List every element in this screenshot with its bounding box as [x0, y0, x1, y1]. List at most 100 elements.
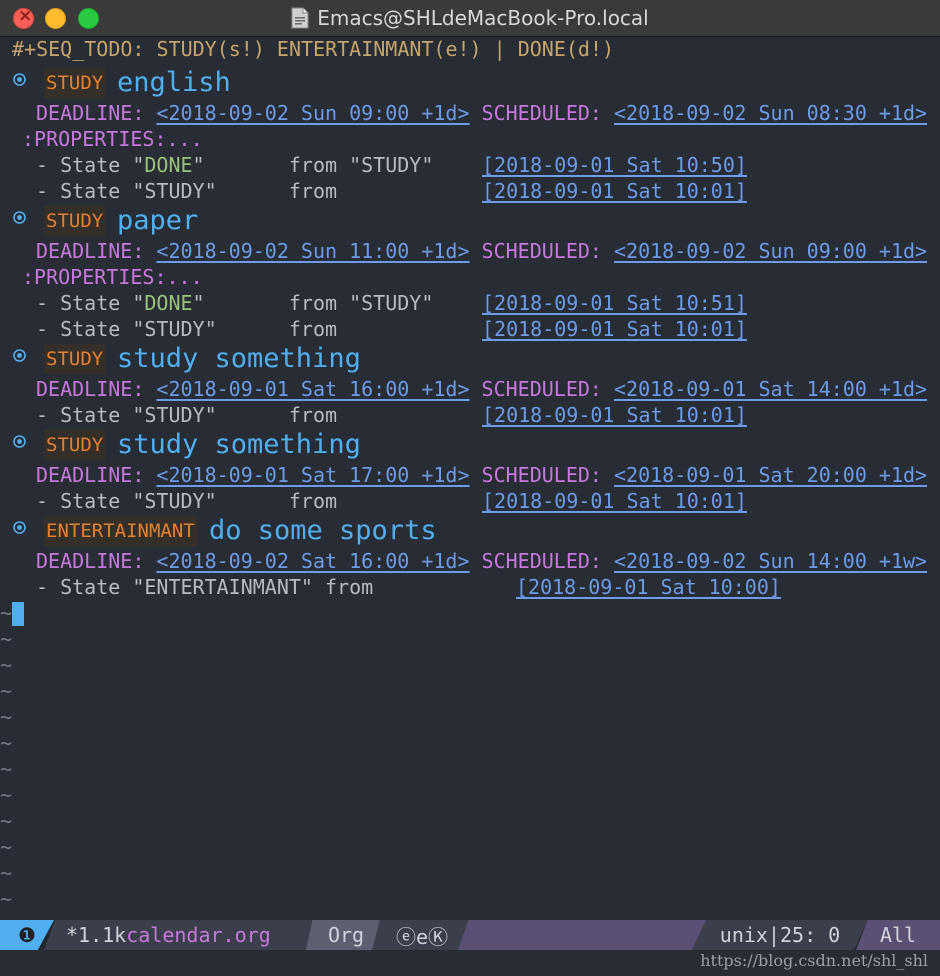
empty-line-marker: ~ [0, 601, 13, 625]
heading-bullet-icon[interactable] [12, 348, 27, 363]
log-timestamp[interactable]: [2018-09-01 Sat 10:01] [482, 402, 747, 428]
todo-keyword[interactable]: STUDY [44, 68, 106, 98]
deadline-timestamp[interactable]: <2018-09-01 Sat 17:00 +1d> [156, 463, 469, 487]
window-number: ❶ [18, 923, 36, 947]
heading-bullet-icon[interactable] [12, 434, 27, 449]
text-cursor [12, 602, 24, 626]
scheduled-label: SCHEDULED: [481, 463, 602, 487]
empty-line-marker: ~ [0, 653, 13, 677]
log-prefix: - State " [36, 403, 145, 427]
heading-title[interactable]: english [117, 66, 231, 100]
title-area: Emacs@SHLdeMacBook-Pro.local [0, 0, 940, 36]
state-log-entry: - State "ENTERTAINMANT" from [36, 574, 578, 600]
empty-line-marker: ~ [0, 757, 13, 781]
deadline-timestamp[interactable]: <2018-09-02 Sun 09:00 +1d> [156, 101, 469, 125]
log-prefix: - State " [36, 153, 145, 177]
heading-bullet-icon[interactable] [12, 210, 27, 225]
heading-title[interactable]: do some sports [209, 514, 437, 548]
window-title: Emacs@SHLdeMacBook-Pro.local [317, 6, 649, 30]
major-mode: Org [327, 923, 365, 947]
encoding-position-segment: unix | 25: 0 [692, 920, 868, 950]
empty-line-marker: ~ [0, 783, 13, 807]
log-timestamp[interactable]: [2018-09-01 Sat 10:51] [482, 290, 747, 316]
log-timestamp[interactable]: [2018-09-01 Sat 10:01] [482, 316, 747, 342]
empty-line-marker: ~ [0, 887, 13, 911]
scheduled-timestamp[interactable]: <2018-09-02 Sun 08:30 +1d> [614, 101, 927, 125]
todo-keyword[interactable]: STUDY [44, 430, 106, 460]
todo-keyword[interactable]: ENTERTAINMANT [44, 516, 197, 546]
log-state: STUDY [144, 489, 205, 513]
echo-area[interactable]: https://blog.csdn.net/shl_shl [0, 950, 940, 976]
log-timestamp[interactable]: [2018-09-01 Sat 10:01] [482, 178, 747, 204]
log-state: STUDY [144, 179, 205, 203]
line-ending: unix [719, 923, 768, 947]
log-prefix: - State " [36, 489, 145, 513]
log-state: STUDY [144, 317, 205, 341]
planning-line: DEADLINE: <2018-09-01 Sat 17:00 +1d> SCH… [36, 462, 927, 488]
scheduled-label: SCHEDULED: [481, 239, 602, 263]
todo-keyword[interactable]: STUDY [44, 344, 106, 374]
heading-bullet-icon[interactable] [12, 520, 27, 535]
scheduled-label: SCHEDULED: [481, 101, 602, 125]
log-state: ENTERTAINMANT [144, 575, 301, 599]
emacs-window: Emacs@SHLdeMacBook-Pro.local #+SEQ_TODO:… [0, 0, 940, 976]
properties-drawer[interactable]: :PROPERTIES:... [22, 264, 203, 290]
deadline-timestamp[interactable]: <2018-09-01 Sat 16:00 +1d> [156, 377, 469, 401]
todo-keyword[interactable]: STUDY [44, 206, 106, 236]
log-from: " from "STUDY" [192, 153, 506, 177]
buffer-filename[interactable]: calendar.org [126, 923, 271, 947]
modified-indicator: * [66, 923, 79, 947]
title-bar: Emacs@SHLdeMacBook-Pro.local [0, 0, 940, 37]
log-from: " from [204, 179, 506, 203]
log-prefix: - State " [36, 575, 145, 599]
log-timestamp[interactable]: [2018-09-01 Sat 10:00] [516, 574, 781, 600]
scheduled-label: SCHEDULED: [481, 377, 602, 401]
log-state: DONE [144, 291, 193, 315]
log-timestamp[interactable]: [2018-09-01 Sat 10:01] [482, 488, 747, 514]
deadline-label: DEADLINE: [36, 377, 145, 401]
scheduled-label: SCHEDULED: [481, 549, 602, 573]
log-timestamp[interactable]: [2018-09-01 Sat 10:50] [482, 152, 747, 178]
deadline-label: DEADLINE: [36, 463, 145, 487]
log-state: DONE [144, 153, 193, 177]
empty-line-marker: ~ [0, 705, 13, 729]
log-prefix: - State " [36, 291, 145, 315]
buffer-info-segment: * 1.1k calendar.org [44, 920, 324, 950]
deadline-label: DEADLINE: [36, 239, 145, 263]
log-from: " from [204, 403, 506, 427]
heading-bullet-icon[interactable] [12, 72, 27, 87]
document-icon [291, 7, 309, 29]
watermark: https://blog.csdn.net/shl_shl [700, 951, 928, 970]
empty-line-marker: ~ [0, 861, 13, 885]
buffer-size: 1.1k [78, 923, 127, 947]
deadline-timestamp[interactable]: <2018-09-02 Sun 11:00 +1d> [156, 239, 469, 263]
scheduled-timestamp[interactable]: <2018-09-02 Sun 14:00 +1w> [614, 549, 927, 573]
planning-line: DEADLINE: <2018-09-01 Sat 16:00 +1d> SCH… [36, 376, 927, 402]
planning-line: DEADLINE: <2018-09-02 Sun 11:00 +1d> SCH… [36, 238, 927, 264]
state-log-entry: - State "STUDY" from [36, 178, 506, 204]
properties-drawer[interactable]: :PROPERTIES:... [22, 126, 203, 152]
deadline-timestamp[interactable]: <2018-09-02 Sat 16:00 +1d> [156, 549, 469, 573]
state-log-entry: - State "DONE" from "STUDY" [36, 290, 506, 316]
log-from: " from [204, 317, 506, 341]
cursor-position: 25: 0 [780, 923, 841, 947]
deadline-label: DEADLINE: [36, 549, 145, 573]
scheduled-timestamp[interactable]: <2018-09-02 Sun 09:00 +1d> [614, 239, 927, 263]
mode-line: ❶ * 1.1k calendar.org Org ⓔeⓀ unix | 25:… [0, 920, 940, 950]
seq-todo-line: #+SEQ_TODO: STUDY(s!) ENTERTAINMANT(e!) … [12, 37, 615, 61]
buffer-area[interactable]: #+SEQ_TODO: STUDY(s!) ENTERTAINMANT(e!) … [0, 36, 940, 920]
log-prefix: - State " [36, 179, 145, 203]
heading-title[interactable]: study something [117, 428, 361, 462]
heading-title[interactable]: study something [117, 342, 361, 376]
log-from: " from [204, 489, 506, 513]
empty-line-marker: ~ [0, 627, 13, 651]
minor-modes-segment[interactable]: ⓔeⓀ [372, 920, 472, 950]
state-log-entry: - State "DONE" from "STUDY" [36, 152, 506, 178]
state-log-entry: - State "STUDY" from [36, 316, 506, 342]
empty-line-marker: ~ [0, 809, 13, 833]
scheduled-timestamp[interactable]: <2018-09-01 Sat 14:00 +1d> [614, 377, 927, 401]
scheduled-timestamp[interactable]: <2018-09-01 Sat 20:00 +1d> [614, 463, 927, 487]
empty-line-marker: ~ [0, 835, 13, 859]
heading-title[interactable]: paper [117, 204, 198, 238]
minor-modes: ⓔeⓀ [395, 924, 449, 949]
